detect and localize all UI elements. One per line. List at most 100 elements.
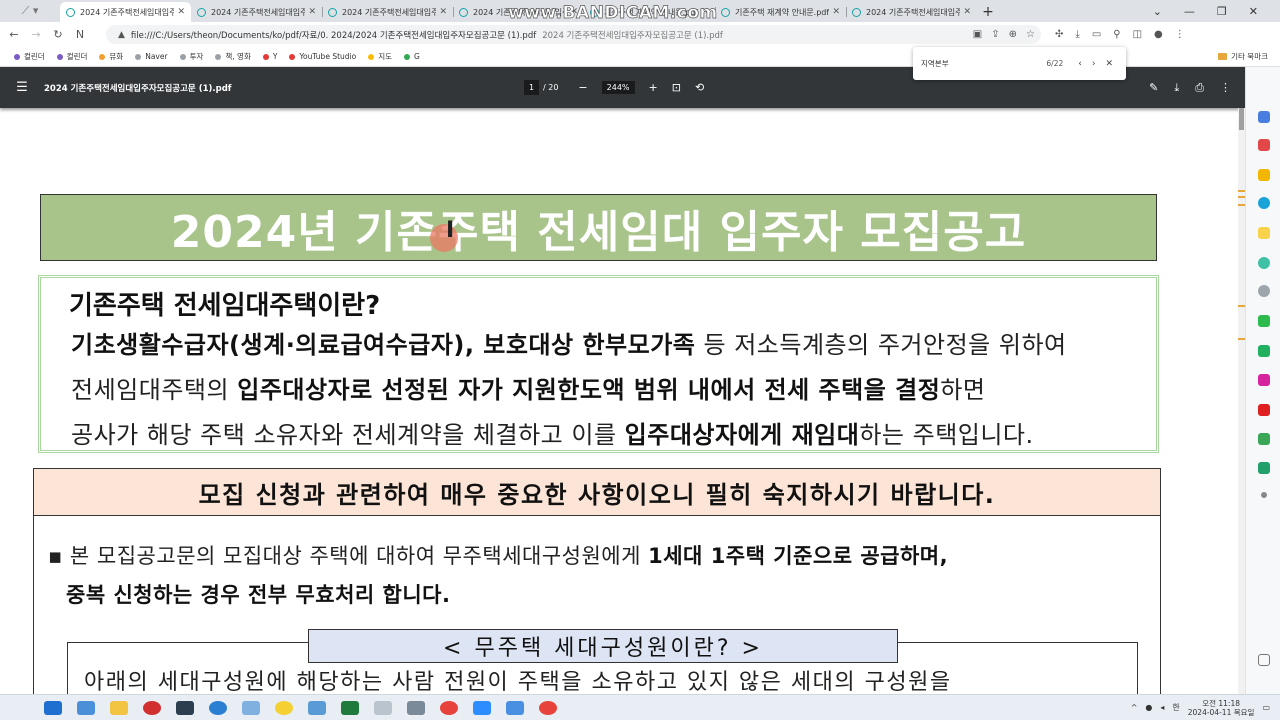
fit-page-icon[interactable]: ⊡	[672, 81, 681, 94]
other-bookmarks[interactable]: 기타 북마크	[1218, 51, 1268, 62]
volume-icon[interactable]: ◂	[1160, 703, 1164, 712]
chrome-icon[interactable]	[539, 700, 557, 715]
zoom-in-icon[interactable]: +	[649, 81, 658, 94]
sidebar-settings-icon[interactable]	[1258, 654, 1270, 666]
sidebar-app-icon[interactable]	[1258, 197, 1270, 209]
extension-n-icon[interactable]: N	[72, 28, 88, 41]
share-icon[interactable]: ⇪	[991, 29, 999, 40]
bookmark-item[interactable]: 컬린더	[56, 51, 87, 62]
sidebar-app-icon[interactable]	[1258, 285, 1270, 297]
print-icon[interactable]: ⎙	[1195, 81, 1204, 95]
excel-icon[interactable]	[341, 700, 359, 715]
bookmark-item[interactable]: 컬린더	[14, 51, 45, 62]
tab-1[interactable]: 2024 기존주택전세임대입주자 ✕	[191, 2, 322, 22]
find-in-page-icon[interactable]: ▣	[973, 29, 982, 40]
find-close-icon[interactable]: ✕	[1105, 59, 1113, 69]
mic-icon[interactable]: ●	[1145, 703, 1152, 712]
close-window-icon[interactable]: ✕	[1249, 5, 1258, 18]
sidebar-app-icon[interactable]	[1258, 433, 1270, 445]
app-icon[interactable]	[176, 700, 194, 715]
extensions-icon[interactable]: ✣	[1055, 29, 1063, 40]
sidebar-app-icon[interactable]	[1258, 462, 1270, 474]
chrome-icon[interactable]	[440, 700, 458, 715]
tab-6[interactable]: 2024 기존주택전세임대입주자 ✕	[846, 2, 977, 22]
calculator-icon[interactable]	[407, 700, 425, 715]
rotate-icon[interactable]: ⟲	[695, 81, 704, 94]
hamburger-menu-icon[interactable]: ☰	[0, 80, 44, 95]
taskview-icon[interactable]	[77, 700, 95, 715]
close-icon[interactable]: ✕	[177, 7, 185, 17]
bookmark-item[interactable]: Naver	[135, 52, 168, 61]
close-icon[interactable]: ✕	[439, 7, 447, 17]
zoom-input[interactable]: 244%	[601, 81, 635, 94]
page-number-input[interactable]: 1	[524, 80, 539, 95]
close-icon[interactable]: ✕	[832, 7, 840, 17]
browser-menu-icon[interactable]: ⟋ ▾	[0, 0, 60, 22]
scrollbar-thumb[interactable]	[1239, 108, 1244, 130]
tab-5[interactable]: 기존주택 재계약 안내문.pdf ✕	[715, 2, 846, 22]
pdf-viewport[interactable]: 2024년 기존주택 전세임대 입주자 모집공고 I 기존주택 전세임대주택이란…	[0, 108, 1245, 694]
bookmark-label: 지도	[378, 52, 393, 61]
more-options-icon[interactable]: ⋮	[1220, 81, 1231, 95]
sidebar-app-icon[interactable]	[1258, 257, 1270, 269]
sidebar-app-icon[interactable]	[1258, 345, 1270, 357]
recorder-app-icon[interactable]	[143, 700, 161, 715]
download-icon[interactable]: ⤓	[1075, 29, 1079, 40]
sidepanel-icon[interactable]: ◫	[1133, 29, 1142, 40]
bookmark-item[interactable]: 투자	[179, 51, 203, 62]
ime-indicator[interactable]: 한	[1172, 702, 1179, 713]
tab-0[interactable]: 2024 기존주택전세임대입주자 ✕	[60, 2, 191, 22]
bookmark-item[interactable]: Y	[262, 52, 277, 61]
sidebar-app-icon[interactable]	[1258, 374, 1270, 386]
zoom-app-icon[interactable]	[473, 700, 491, 715]
edge-icon[interactable]	[209, 700, 227, 715]
zoom-out-icon[interactable]: −	[578, 81, 587, 94]
definition-line: 공사가 해당 주택 소유자와 전세계약을 체결하고 이를 입주대상자에게 재임대…	[71, 415, 1034, 450]
find-next-icon[interactable]: ›	[1092, 59, 1096, 69]
kakaotalk-icon[interactable]	[275, 700, 293, 715]
profile-icon[interactable]: ●	[1154, 29, 1163, 40]
file-explorer-icon[interactable]	[110, 700, 128, 715]
maximize-icon[interactable]: ❐	[1217, 5, 1227, 18]
sidebar-app-icon[interactable]	[1258, 139, 1270, 151]
app-icon[interactable]	[242, 700, 260, 715]
new-tab-button[interactable]: +	[977, 2, 999, 22]
reload-icon[interactable]: ↻	[50, 28, 66, 41]
cast-icon[interactable]: ▭	[1092, 29, 1101, 40]
download-icon[interactable]: ⤓	[1174, 81, 1179, 95]
tab-search-icon[interactable]: ⌄	[1153, 5, 1162, 18]
app-icon[interactable]	[506, 700, 524, 715]
minimize-icon[interactable]: —	[1184, 5, 1195, 18]
file-info-icon[interactable]: ▲	[118, 30, 125, 40]
address-bar[interactable]: ▲ file:///C:/Users/theon/Documents/ko/pd…	[106, 25, 1041, 44]
app-icon[interactable]	[308, 700, 326, 715]
pin-icon[interactable]: ⚲	[1113, 29, 1120, 40]
bookmark-item[interactable]: 뮤화	[99, 51, 123, 62]
more-menu-icon[interactable]: ⋮	[1175, 29, 1185, 40]
sidebar-dot-icon[interactable]	[1261, 492, 1267, 498]
bookmark-item[interactable]: 책, 영화	[215, 51, 251, 62]
tray-overflow-icon[interactable]: ^	[1131, 703, 1138, 712]
annotate-pen-icon[interactable]: ✎	[1149, 81, 1158, 95]
bookmark-item[interactable]: 지도	[368, 51, 392, 62]
find-prev-icon[interactable]: ‹	[1078, 59, 1082, 69]
find-input[interactable]: 지역본부	[921, 58, 1046, 69]
back-icon[interactable]: ←	[6, 28, 22, 41]
start-icon[interactable]	[44, 700, 62, 715]
clock[interactable]: 오전 11:18 2024-04-11 목요일	[1188, 699, 1255, 717]
close-icon[interactable]: ✕	[963, 7, 971, 17]
sidebar-app-icon[interactable]	[1258, 404, 1270, 416]
notification-icon[interactable]: ▭	[1262, 703, 1270, 712]
tab-2[interactable]: 2024 기존주택전세임대입주자 ✕	[322, 2, 453, 22]
sidebar-app-icon[interactable]	[1258, 227, 1270, 239]
zoom-icon[interactable]: ⊕	[1009, 29, 1017, 40]
bookmark-star-icon[interactable]: ☆	[1026, 29, 1035, 40]
app-icon[interactable]	[374, 700, 392, 715]
forward-icon[interactable]: →	[28, 28, 44, 41]
sidebar-app-icon[interactable]	[1258, 111, 1270, 123]
bookmark-item[interactable]: G	[404, 52, 420, 61]
sidebar-app-icon[interactable]	[1258, 315, 1270, 327]
sidebar-app-icon[interactable]	[1258, 169, 1270, 181]
bookmark-item[interactable]: YouTube Studio	[289, 52, 356, 61]
close-icon[interactable]: ✕	[308, 7, 316, 17]
